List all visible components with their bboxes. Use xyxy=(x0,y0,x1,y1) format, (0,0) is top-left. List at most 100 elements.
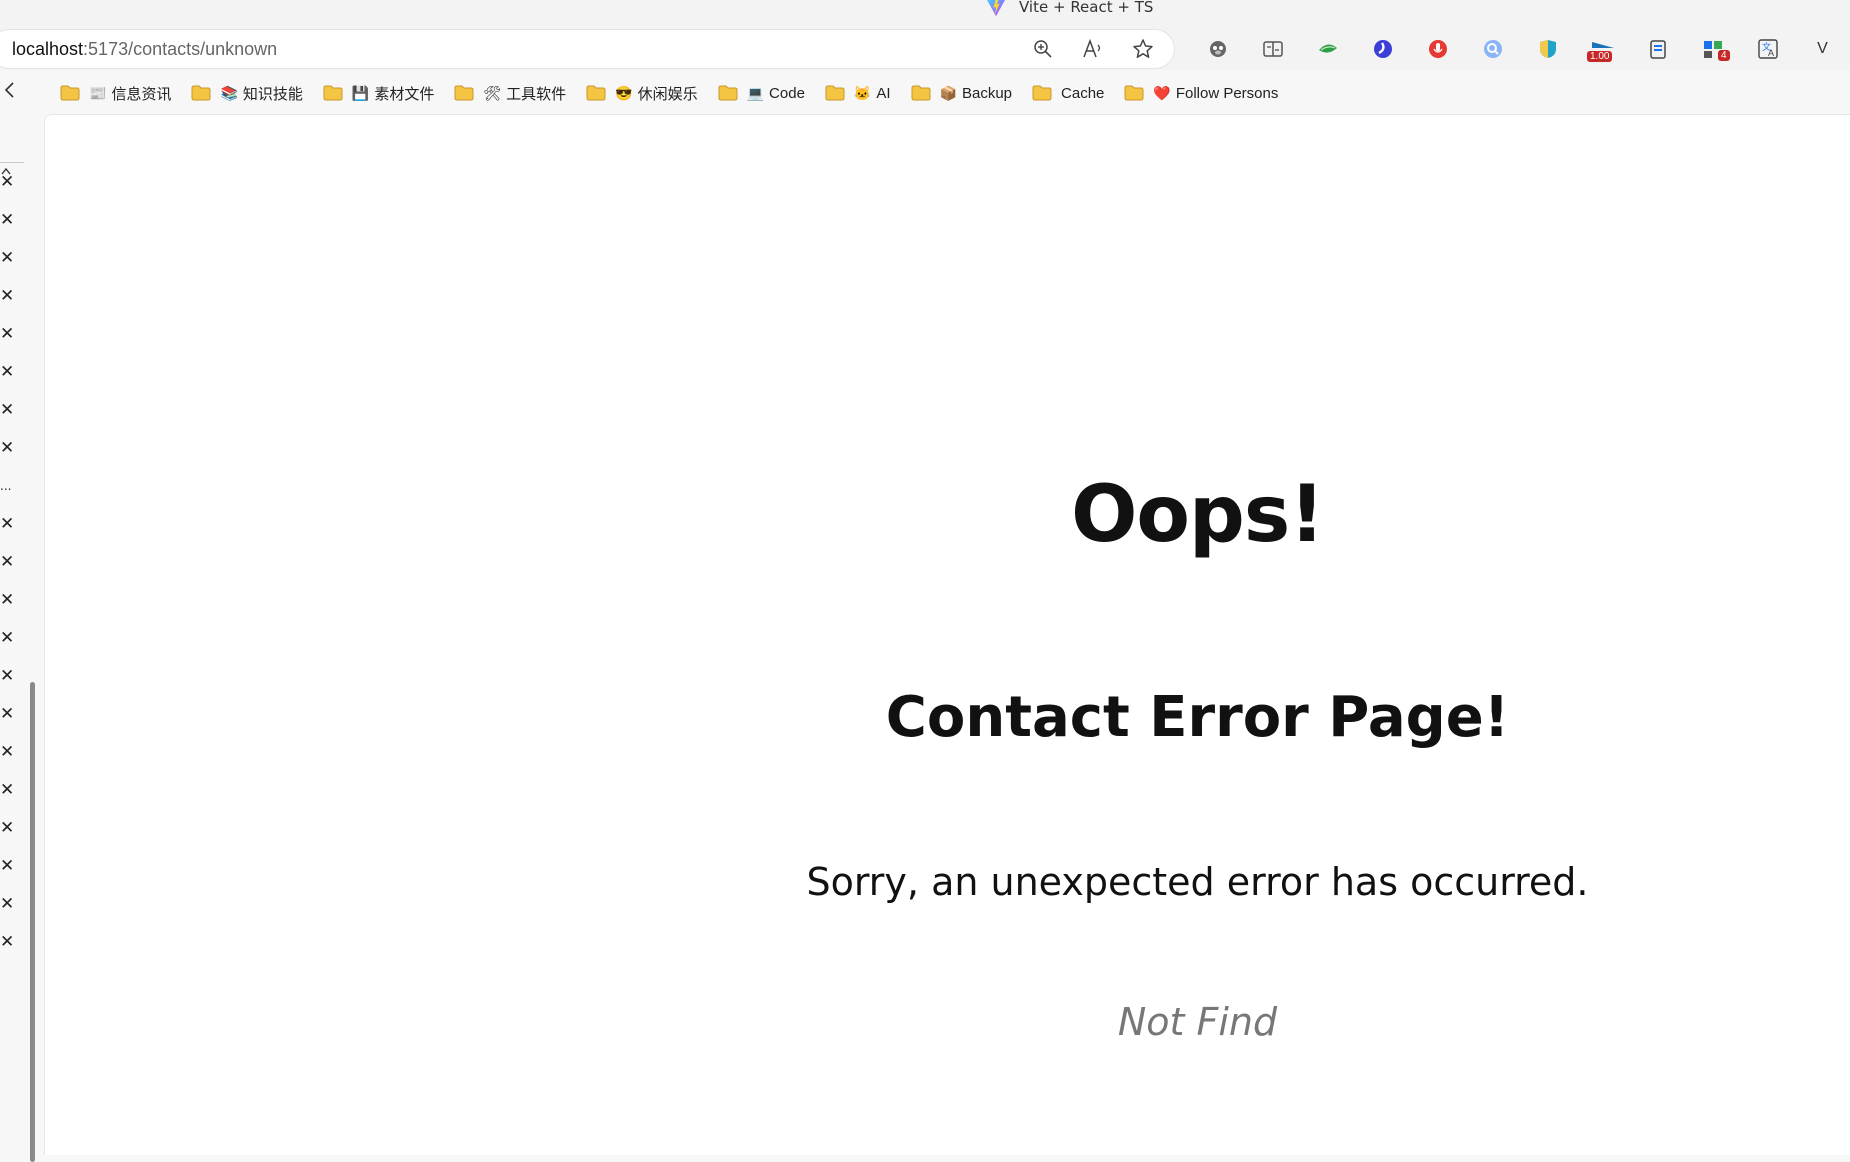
address-bar-actions xyxy=(1030,36,1156,62)
folder-icon xyxy=(454,85,474,101)
tab-close-icon[interactable]: ✕ xyxy=(0,668,16,685)
ext-green-leaf-icon[interactable] xyxy=(1300,32,1355,66)
tab-close-icon[interactable]: ✕ xyxy=(0,250,16,267)
tab-close-icon[interactable]: ✕ xyxy=(0,440,16,457)
tab-strip-divider xyxy=(0,162,24,163)
bookmark-folder-7[interactable]: 📦 Backup xyxy=(911,78,1024,108)
tab-close-icon[interactable]: ✕ xyxy=(0,820,16,837)
read-aloud-icon[interactable] xyxy=(1080,36,1106,62)
folder-icon xyxy=(323,85,343,101)
bookmark-folder-2[interactable]: 💾 素材文件 xyxy=(323,78,446,108)
bookmark-emoji-icon: 💻 xyxy=(746,84,765,101)
svg-text:A: A xyxy=(1768,48,1774,58)
bookmark-emoji-icon: 🐱 xyxy=(853,84,872,101)
address-bar[interactable]: localhost:5173/contacts/unknown xyxy=(0,30,1174,68)
bookmark-folder-4[interactable]: 😎 休闲娱乐 xyxy=(586,78,709,108)
error-heading: Oops! xyxy=(1071,470,1325,560)
ext-monkey-icon[interactable] xyxy=(1190,32,1245,66)
ext-speed-icon[interactable]: 1.00 xyxy=(1575,32,1630,66)
ext-v-label: V xyxy=(1817,40,1828,57)
tab-close-icon[interactable]: ✕ xyxy=(0,630,16,647)
tab-close-icon[interactable]: ✕ xyxy=(0,402,16,419)
ext-v-icon[interactable]: V xyxy=(1795,32,1850,66)
bookmark-emoji-icon: 🛠 xyxy=(483,84,502,101)
tab-overflow-ellipsis[interactable]: ... xyxy=(0,478,16,494)
folder-icon xyxy=(1124,85,1144,101)
bookmark-emoji-icon: 😎 xyxy=(615,84,633,101)
bookmark-emoji-icon: 📰 xyxy=(89,84,107,101)
error-subheading: Contact Error Page! xyxy=(885,685,1510,750)
ext-red-mic-icon[interactable] xyxy=(1410,32,1465,66)
bookmark-list: 📰 信息资讯 📚 知识技能 💾 素材文件 🛠 工具软件 😎 休闲娱乐 💻 Code 🐱 AI 📦 Backup… xyxy=(60,78,1298,108)
folder-icon xyxy=(718,85,738,101)
ext-speed-badge: 1.00 xyxy=(1587,51,1613,62)
tab-close-icon[interactable]: ✕ xyxy=(0,706,16,723)
bookmark-emoji-icon: 📚 xyxy=(220,84,238,101)
page-content: Oops! Contact Error Page! Sorry, an unex… xyxy=(44,114,1850,1155)
title-bar: Vite + React + TS xyxy=(0,0,1850,28)
tab-close-icon[interactable]: ✕ xyxy=(0,516,16,533)
bookmark-label: 休闲娱乐 xyxy=(637,85,698,103)
tab-close-icon[interactable]: ✕ xyxy=(0,744,16,761)
tab-close-icon[interactable]: ✕ xyxy=(0,592,16,609)
url-path: :5173/contacts/unknown xyxy=(83,39,278,59)
tab-close-icon[interactable]: ✕ xyxy=(0,174,16,191)
ext-clipboard-icon[interactable] xyxy=(1630,32,1685,66)
ext-translate-icon[interactable]: 文A xyxy=(1740,32,1795,66)
url-text[interactable]: localhost:5173/contacts/unknown xyxy=(12,39,277,60)
bookmark-folder-9[interactable]: ❤️ Follow Persons xyxy=(1124,78,1290,108)
tab-close-icon[interactable]: ✕ xyxy=(0,364,16,381)
bookmark-folder-3[interactable]: 🛠 工具软件 xyxy=(454,78,578,108)
bookmark-label: 工具软件 xyxy=(506,85,567,103)
favorite-star-icon[interactable] xyxy=(1130,36,1156,62)
tab-close-icon[interactable]: ✕ xyxy=(0,782,16,799)
sidebar-collapse-chevron-icon[interactable] xyxy=(2,80,22,104)
bookmark-label: Backup xyxy=(961,84,1013,102)
folder-icon xyxy=(1032,85,1052,101)
vertical-tab-strip: ✕ ✕ ✕ ✕ ✕ ✕ ✕ ✕... ✕ ✕ ✕ ✕ ✕ ✕ ✕ ✕ ✕ ✕ ✕ ✕ xyxy=(0,114,44,1162)
bookmark-folder-5[interactable]: 💻 Code xyxy=(718,78,817,108)
tab-close-icon[interactable]: ✕ xyxy=(0,858,16,875)
bookmark-folder-6[interactable]: 🐱 AI xyxy=(825,78,903,108)
address-bar-row: localhost:5173/contacts/unknown 1.00 4 文… xyxy=(0,28,1850,70)
url-host: localhost xyxy=(12,39,84,59)
bookmark-label: Cache xyxy=(1061,84,1105,102)
bookmark-emoji-icon: 💾 xyxy=(351,84,370,101)
bookmark-label: 素材文件 xyxy=(374,85,435,103)
ext-search-circle-icon[interactable] xyxy=(1465,32,1520,66)
ext-puzzle-badge: 4 xyxy=(1718,50,1730,61)
extensions-toolbar: 1.00 4 文A V xyxy=(1190,32,1850,66)
bookmark-emoji-icon: ❤️ xyxy=(1153,84,1171,101)
tab-close-icon[interactable]: ✕ xyxy=(0,288,16,305)
folder-icon xyxy=(191,85,211,101)
bookmarks-bar: 📰 信息资讯 📚 知识技能 💾 素材文件 🛠 工具软件 😎 休闲娱乐 💻 Code 🐱 AI 📦 Backup… xyxy=(0,70,1850,114)
bookmark-label: AI xyxy=(876,84,891,102)
bookmark-label: Follow Persons xyxy=(1175,84,1279,102)
ext-shield-icon[interactable] xyxy=(1520,32,1575,66)
vite-logo-icon xyxy=(987,0,1005,17)
bookmark-folder-0[interactable]: 📰 信息资讯 xyxy=(60,78,183,108)
error-message: Sorry, an unexpected error has occurred. xyxy=(806,860,1589,904)
folder-icon xyxy=(825,85,845,101)
bookmark-emoji-icon: 📦 xyxy=(939,84,957,101)
tab-close-icon[interactable]: ✕ xyxy=(0,896,16,913)
bookmark-label: Code xyxy=(769,84,805,102)
ext-reader-icon[interactable] xyxy=(1245,32,1300,66)
tab-close-icon[interactable]: ✕ xyxy=(0,554,16,571)
tab-close-icon[interactable]: ✕ xyxy=(0,326,16,343)
tab-close-icon[interactable]: ✕ xyxy=(0,212,16,229)
tab-strip-scrollbar[interactable] xyxy=(30,682,35,1162)
folder-icon xyxy=(586,85,606,101)
ext-blue-swirl-icon[interactable] xyxy=(1355,32,1410,66)
folder-icon xyxy=(911,85,931,101)
bookmark-folder-1[interactable]: 📚 知识技能 xyxy=(191,78,314,108)
error-detail: Not Find xyxy=(1117,1000,1278,1044)
window-title-group: Vite + React + TS xyxy=(985,0,1153,20)
bookmark-label: 知识技能 xyxy=(242,85,303,103)
tab-close-icon[interactable]: ✕ xyxy=(0,934,16,951)
window-title: Vite + React + TS xyxy=(1019,0,1154,16)
bookmark-folder-8[interactable]: Cache xyxy=(1032,78,1116,108)
folder-icon xyxy=(60,85,80,101)
zoom-icon[interactable] xyxy=(1030,36,1056,62)
ext-puzzle-icon[interactable]: 4 xyxy=(1685,32,1740,66)
